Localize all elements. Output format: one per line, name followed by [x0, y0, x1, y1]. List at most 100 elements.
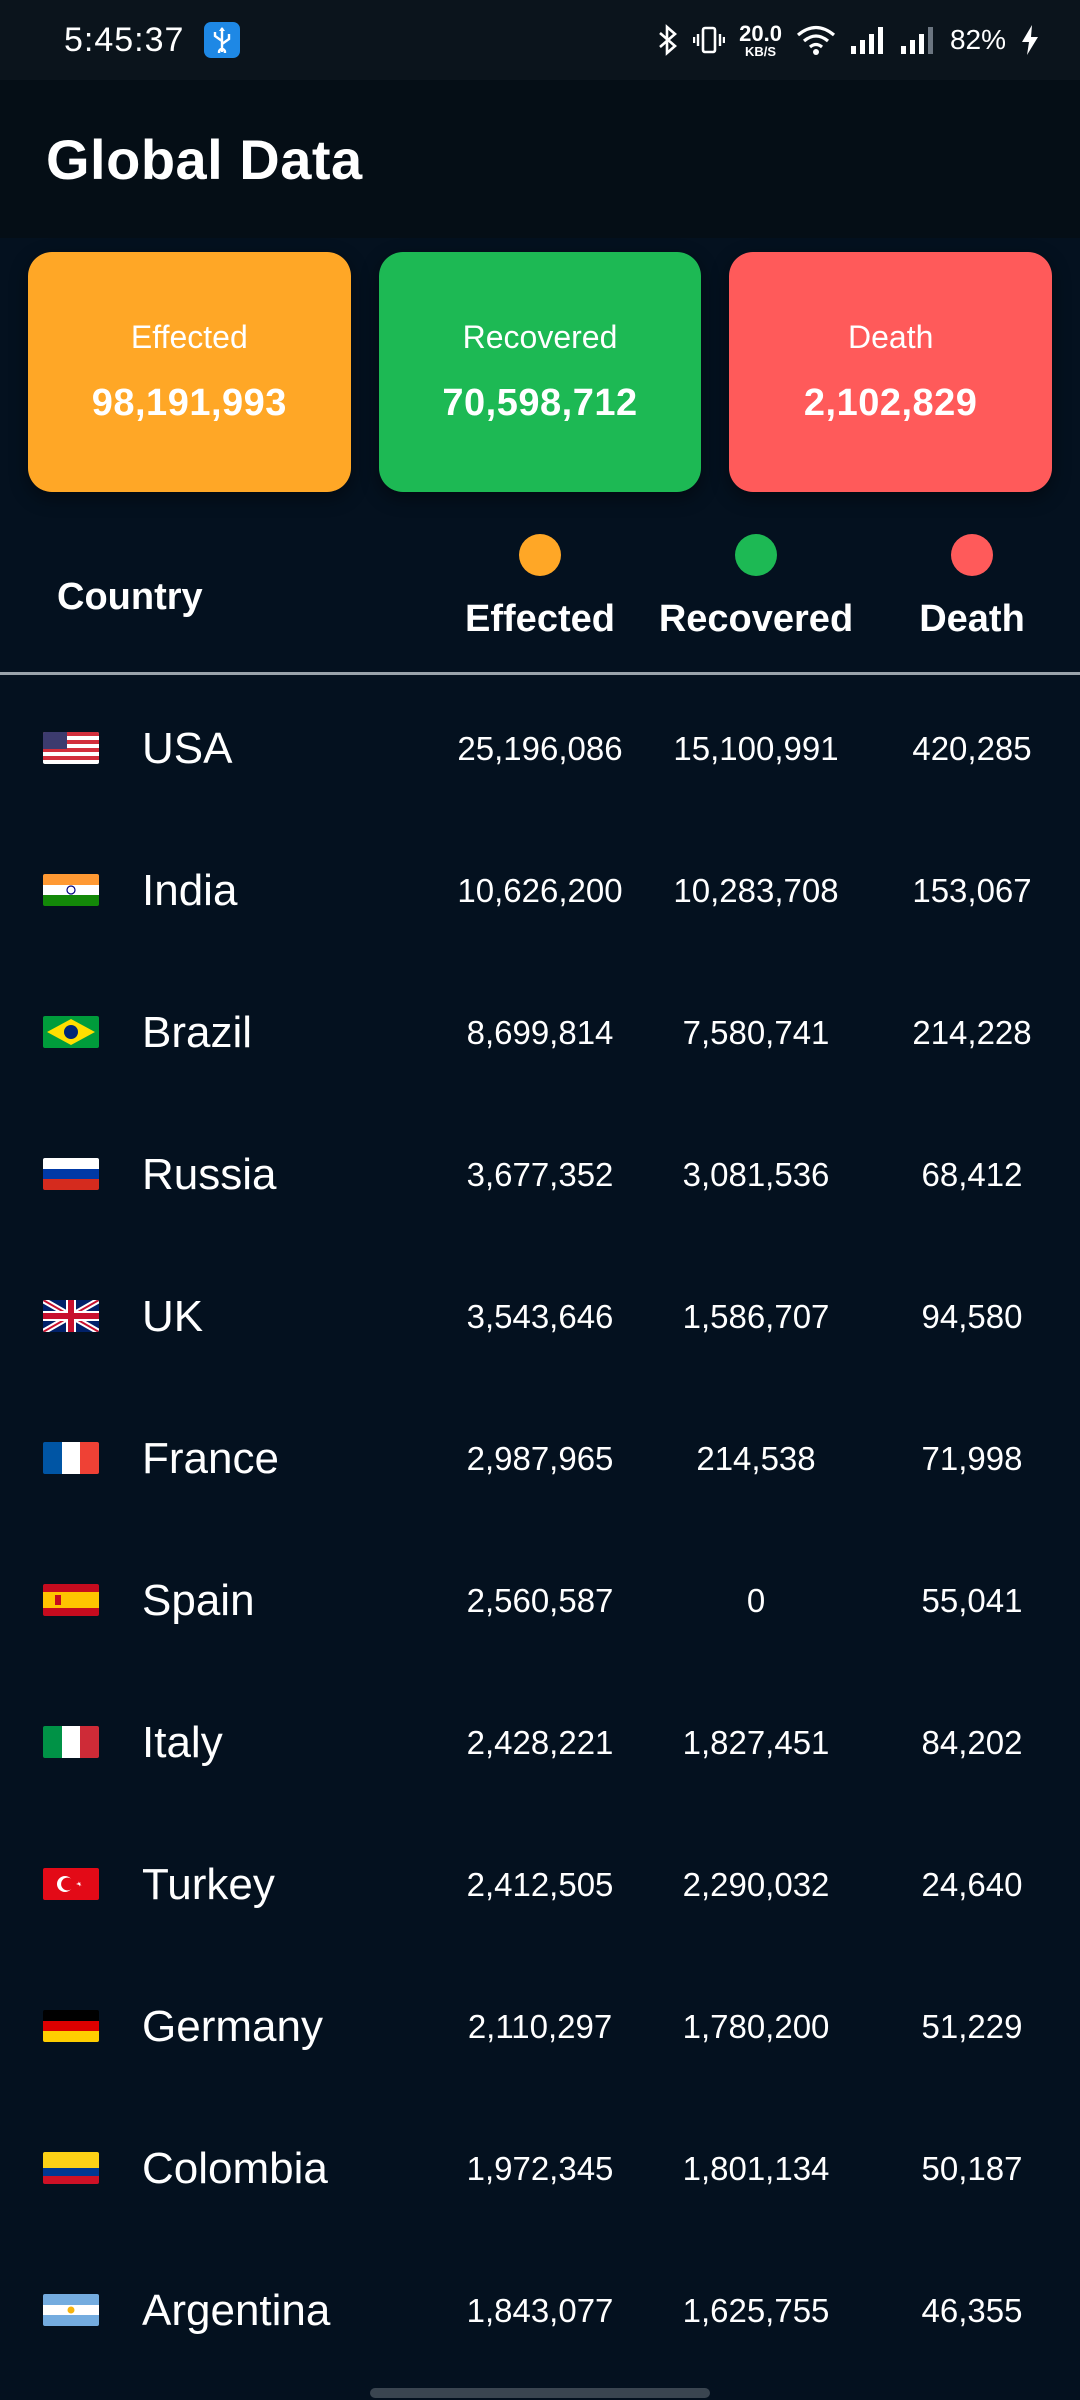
- effected-cell: 2,560,587: [466, 1582, 614, 1619]
- effected-cell: 2,110,297: [467, 2008, 613, 2045]
- country-name: Brazil: [142, 1008, 253, 1057]
- table-row[interactable]: Spain 2,560,587 0 55,041: [0, 1528, 1080, 1670]
- table-row[interactable]: Brazil 8,699,814 7,580,741 214,228: [0, 960, 1080, 1102]
- effected-header-label: Effected: [465, 598, 615, 640]
- death-cell: 55,041: [921, 1582, 1023, 1619]
- country-column-header: Country: [57, 576, 203, 618]
- country-name: Colombia: [142, 2144, 328, 2193]
- vibrate-icon: [693, 24, 726, 56]
- country-name: Italy: [142, 1718, 223, 1767]
- table-row[interactable]: Turkey 2,412,505 2,290,032 24,640: [0, 1812, 1080, 1954]
- recovered-cell: 214,538: [696, 1440, 816, 1477]
- recovered-column-header: Recovered: [656, 534, 856, 641]
- table-header: Country Effected Recovered Death: [0, 520, 1080, 674]
- spain-flag-icon: [43, 1584, 99, 1616]
- status-bar: 5:45:37 20.0 KB/S 82%: [0, 0, 1080, 80]
- death-cell: 24,640: [921, 1866, 1023, 1903]
- table-row[interactable]: Colombia 1,972,345 1,801,134 50,187: [0, 2096, 1080, 2238]
- recovered-cell: 0: [746, 1582, 766, 1619]
- country-name: Turkey: [142, 1860, 275, 1909]
- death-cell: 71,998: [921, 1440, 1023, 1477]
- germany-flag-icon: [43, 2010, 99, 2042]
- card-label: Death: [847, 319, 934, 355]
- recovered-cell: 1,827,451: [682, 1724, 830, 1761]
- effected-cell: 10,626,200: [457, 872, 623, 909]
- recovered-cell: 3,081,536: [682, 1156, 830, 1193]
- uk-flag-icon: [43, 1300, 99, 1332]
- death-cell: 153,067: [912, 872, 1032, 909]
- brazil-flag-icon: [43, 1016, 99, 1048]
- table-row[interactable]: UK 3,543,646 1,586,707 94,580: [0, 1244, 1080, 1386]
- table-row[interactable]: India 10,626,200 10,283,708 153,067: [0, 818, 1080, 960]
- network-speed: 20.0 KB/S: [739, 20, 782, 59]
- card-value: 70,598,712: [442, 382, 638, 424]
- table-row[interactable]: Russia 3,677,352 3,081,536 68,412: [0, 1102, 1080, 1244]
- card-value: 2,102,829: [803, 382, 978, 424]
- effected-cell: 1,972,345: [466, 2150, 614, 2187]
- country-list[interactable]: USA 25,196,086 15,100,991 420,285 India …: [0, 676, 1080, 2380]
- effected-summary-card: Effected 98,191,993: [28, 252, 351, 492]
- recovered-cell: 2,290,032: [682, 1866, 830, 1903]
- table-row[interactable]: France 2,987,965 214,538 71,998: [0, 1386, 1080, 1528]
- wifi-icon: [796, 24, 836, 56]
- argentina-flag-icon: [43, 2294, 99, 2326]
- russia-flag-icon: [43, 1158, 99, 1190]
- screen: 5:45:37 20.0 KB/S 82% Global Data Effect…: [0, 0, 1080, 2400]
- app-bar: Global Data: [0, 80, 1080, 238]
- card-value: 98,191,993: [91, 382, 287, 424]
- status-time: 5:45:37: [64, 20, 185, 59]
- table-row[interactable]: Germany 2,110,297 1,780,200 51,229: [0, 1954, 1080, 2096]
- battery-percent: 82%: [949, 24, 1006, 55]
- italy-flag-icon: [43, 1726, 99, 1758]
- recovered-cell: 1,780,200: [682, 2008, 830, 2045]
- page-title: Global Data: [46, 127, 363, 191]
- recovered-cell: 15,100,991: [673, 730, 839, 767]
- country-name: France: [142, 1434, 279, 1483]
- recovered-cell: 10,283,708: [673, 872, 839, 909]
- table-row[interactable]: Italy 2,428,221 1,827,451 84,202: [0, 1670, 1080, 1812]
- card-label: Effected: [130, 319, 248, 355]
- france-flag-icon: [43, 1442, 99, 1474]
- header-divider: [0, 672, 1080, 675]
- country-name: India: [142, 866, 238, 915]
- country-name: UK: [142, 1292, 204, 1341]
- recovered-cell: 1,801,134: [682, 2150, 830, 2187]
- effected-cell: 8,699,814: [466, 1014, 614, 1051]
- effected-cell: 2,428,221: [466, 1724, 614, 1761]
- table-row[interactable]: Argentina 1,843,077 1,625,755 46,355: [0, 2238, 1080, 2380]
- summary-cards: Effected 98,191,993 Recovered 70,598,712…: [28, 252, 1053, 492]
- effected-cell: 2,987,965: [466, 1440, 614, 1477]
- effected-cell: 3,543,646: [466, 1298, 614, 1335]
- usa-flag-icon: [43, 732, 99, 764]
- recovered-header-label: Recovered: [658, 598, 854, 640]
- country-name: Russia: [142, 1150, 277, 1199]
- death-legend-dot: [951, 534, 993, 576]
- death-cell: 420,285: [912, 730, 1032, 767]
- effected-cell: 3,677,352: [466, 1156, 614, 1193]
- death-summary-card: Death 2,102,829: [729, 252, 1053, 492]
- charging-icon: [1020, 24, 1040, 56]
- signal-icon: [850, 25, 886, 55]
- country-name: USA: [142, 724, 233, 773]
- effected-cell: 25,196,086: [457, 730, 623, 767]
- effected-cell: 1,843,077: [466, 2292, 614, 2329]
- death-header-label: Death: [919, 598, 1025, 640]
- usb-notification-icon: [204, 22, 241, 58]
- turkey-flag-icon: [43, 1868, 99, 1900]
- signal-icon-secondary: [900, 25, 936, 55]
- country-name: Germany: [142, 2002, 323, 2051]
- death-cell: 46,355: [921, 2292, 1023, 2329]
- recovered-summary-card: Recovered 70,598,712: [378, 252, 702, 492]
- effected-cell: 2,412,505: [466, 1866, 614, 1903]
- recovered-cell: 7,580,741: [682, 1014, 830, 1051]
- india-flag-icon: [43, 874, 99, 906]
- death-cell: 94,580: [921, 1298, 1023, 1335]
- effected-column-header: Effected: [440, 534, 640, 641]
- table-row[interactable]: USA 25,196,086 15,100,991 420,285: [0, 676, 1080, 818]
- home-indicator[interactable]: [370, 2388, 710, 2398]
- card-label: Recovered: [462, 319, 618, 355]
- colombia-flag-icon: [43, 2152, 99, 2184]
- country-name: Spain: [142, 1576, 255, 1625]
- effected-legend-dot: [519, 534, 561, 576]
- recovered-legend-dot: [735, 534, 777, 576]
